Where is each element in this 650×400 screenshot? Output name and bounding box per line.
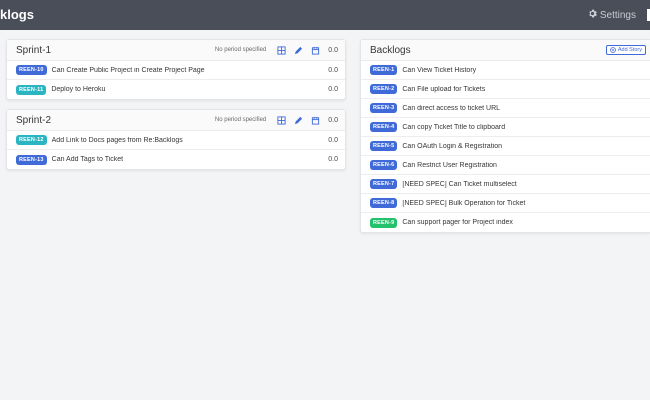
board-icon[interactable] [277, 45, 286, 55]
ticket-title[interactable]: Can Create Public Project in Create Proj… [52, 67, 329, 74]
backlog-row[interactable]: REEN-2 Can File upload for Tickets [361, 80, 650, 99]
edit-icon[interactable] [294, 116, 303, 125]
sprint-period: No period specified [214, 117, 267, 123]
ticket-key: REEN-2 [370, 84, 398, 94]
ticket-key: REEN-5 [370, 141, 398, 151]
add-story-label: Add Story [617, 47, 642, 53]
sprint-card-2: Sprint-2 No period specified 0.0 REEN-12… [6, 109, 346, 170]
ticket-key: REEN-6 [370, 160, 398, 170]
ticket-title[interactable]: Deploy to Heroku [51, 86, 328, 93]
add-story-button[interactable]: Add Story [605, 45, 646, 55]
plus-circle-icon [609, 47, 616, 53]
backlog-row[interactable]: REEN-4 Can copy Ticket Title to clipboar… [361, 118, 650, 137]
top-navbar: klogs Settings [0, 0, 650, 30]
ticket-title[interactable]: Add Link to Docs pages from Re:Backlogs [52, 137, 329, 144]
sprint-title: Sprint-2 [16, 114, 52, 126]
ticket-title[interactable]: Can support pager for Project index [402, 219, 643, 226]
ticket-points: 0.0 [328, 136, 338, 144]
backlog-row[interactable]: REEN-5 Can OAuth Login & Registration [361, 137, 650, 156]
ticket-title[interactable]: Can Restrict User Registration [402, 162, 643, 169]
backlog-row[interactable]: REEN-8 [NEED SPEC] Bulk Operation for Ti… [361, 194, 650, 213]
ticket-key: REEN-11 [16, 84, 47, 95]
ticket-title[interactable]: Can copy Ticket Title to clipboard [402, 124, 643, 131]
ticket-key: REEN-13 [16, 154, 47, 165]
sprint-period: No period specified [214, 47, 267, 53]
ticket-key: REEN-12 [16, 135, 47, 145]
ticket-key: REEN-3 [370, 103, 398, 113]
ticket-key: REEN-4 [370, 122, 398, 132]
settings-label: Settings [599, 9, 636, 21]
ticket-title[interactable]: [NEED SPEC] Can Ticket multiselect [402, 181, 643, 188]
sprint-points: 0.0 [328, 116, 338, 124]
backlog-row[interactable]: REEN-1 Can View Ticket History [361, 61, 650, 80]
ticket-title[interactable]: Can Add Tags to Ticket [52, 156, 329, 163]
ticket-key: REEN-10 [16, 65, 47, 75]
gear-icon [588, 9, 597, 21]
edit-icon[interactable] [294, 46, 303, 55]
ticket-key: REEN-8 [370, 198, 398, 208]
ticket-key: REEN-9 [370, 217, 398, 228]
ticket-points: 0.0 [328, 66, 338, 74]
calendar-icon[interactable] [311, 116, 320, 125]
app-brand[interactable]: klogs [0, 7, 34, 22]
backlog-row[interactable]: REEN-9 Can support pager for Project ind… [361, 213, 650, 232]
ticket-key: REEN-7 [370, 179, 398, 189]
backlogs-title: Backlogs [370, 44, 411, 56]
ticket-row[interactable]: REEN-10 Can Create Public Project in Cre… [7, 61, 345, 80]
ticket-title[interactable]: Can File upload for Tickets [402, 86, 643, 93]
ticket-title[interactable]: [NEED SPEC] Bulk Operation for Ticket [402, 200, 643, 207]
backlogs-header: Backlogs Add Story [361, 40, 650, 61]
ticket-row[interactable]: REEN-11 Deploy to Heroku 0.0 [7, 80, 345, 99]
sprint-header: Sprint-2 No period specified 0.0 [7, 110, 345, 131]
ticket-title[interactable]: Can OAuth Login & Registration [402, 143, 643, 150]
sprint-title: Sprint-1 [16, 44, 52, 56]
sprint-points: 0.0 [328, 46, 338, 54]
ticket-title[interactable]: Can direct access to ticket URL [402, 105, 643, 112]
sprint-header: Sprint-1 No period specified 0.0 [7, 40, 345, 61]
ticket-row[interactable]: REEN-13 Can Add Tags to Ticket 0.0 [7, 150, 345, 169]
backlog-row[interactable]: REEN-7 [NEED SPEC] Can Ticket multiselec… [361, 175, 650, 194]
settings-link[interactable]: Settings [588, 9, 636, 21]
backlog-row[interactable]: REEN-6 Can Restrict User Registration [361, 156, 650, 175]
ticket-points: 0.0 [328, 156, 338, 163]
sprint-card-1: Sprint-1 No period specified 0.0 REEN-10… [6, 39, 346, 100]
ticket-key: REEN-1 [370, 65, 398, 75]
ticket-row[interactable]: REEN-12 Add Link to Docs pages from Re:B… [7, 131, 345, 150]
ticket-title[interactable]: Can View Ticket History [402, 67, 643, 74]
board-icon[interactable] [277, 115, 286, 125]
backlog-row[interactable]: REEN-3 Can direct access to ticket URL [361, 99, 650, 118]
calendar-icon[interactable] [311, 46, 320, 55]
backlogs-card: Backlogs Add Story REEN-1 Can View Ticke… [360, 39, 650, 233]
ticket-points: 0.0 [328, 86, 338, 93]
